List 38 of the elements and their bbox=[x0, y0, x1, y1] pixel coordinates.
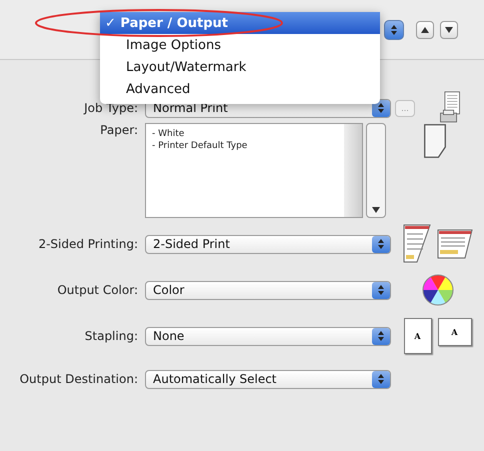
down-arrow-icon bbox=[372, 207, 380, 213]
up-down-arrows-icon bbox=[378, 285, 384, 295]
staple-preview: A bbox=[438, 318, 472, 346]
down-arrow-icon bbox=[445, 26, 453, 32]
menu-item[interactable]: Advanced bbox=[100, 78, 380, 100]
field-label: 2-Sided Printing: bbox=[37, 237, 139, 251]
down-button[interactable] bbox=[440, 20, 458, 38]
dropdown[interactable]: Automatically Select bbox=[145, 370, 391, 388]
printer-icon bbox=[438, 91, 460, 125]
dropdown[interactable]: Color bbox=[145, 280, 391, 300]
color-wheel-icon bbox=[420, 273, 454, 307]
menu-item[interactable]: ✓ Paper / Output bbox=[100, 12, 380, 34]
list-item[interactable]: - White bbox=[152, 128, 338, 140]
dropdown[interactable]: None bbox=[145, 326, 391, 346]
paper-sheet-icon bbox=[423, 123, 447, 159]
up-down-arrows-icon bbox=[378, 331, 384, 341]
field-label: Stapling: bbox=[84, 329, 139, 343]
field-label: Output Color: bbox=[56, 283, 139, 297]
short-edge-duplex-icon bbox=[436, 229, 472, 259]
list-item[interactable]: - Printer Default Type bbox=[152, 140, 338, 152]
panel-popup-stepper[interactable] bbox=[384, 20, 404, 40]
dropdown[interactable]: 2-Sided Print bbox=[145, 234, 391, 254]
up-down-arrows-icon bbox=[391, 24, 397, 34]
field-label: Output Destination: bbox=[18, 372, 139, 386]
up-button[interactable] bbox=[416, 20, 434, 38]
up-down-arrows-icon bbox=[378, 374, 384, 384]
field-label: Job Type: bbox=[82, 101, 139, 115]
field-label: Paper: bbox=[99, 123, 139, 137]
menu-item[interactable]: Layout/Watermark bbox=[100, 56, 380, 78]
staple-preview: A bbox=[404, 318, 432, 354]
up-down-arrows-icon bbox=[378, 239, 384, 249]
up-down-arrows-icon bbox=[378, 103, 384, 113]
scrollbar-track[interactable] bbox=[344, 124, 362, 217]
list-box[interactable]: - White - Printer Default Type bbox=[145, 123, 363, 218]
up-arrow-icon bbox=[421, 26, 429, 32]
long-edge-duplex-icon bbox=[402, 224, 430, 264]
scroll-button[interactable] bbox=[366, 123, 386, 218]
menu-item[interactable]: Image Options bbox=[100, 34, 380, 56]
